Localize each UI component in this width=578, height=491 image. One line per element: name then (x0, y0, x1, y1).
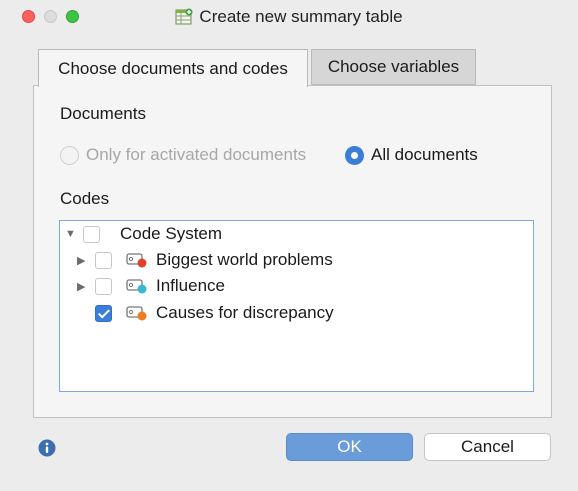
window-title-group: Create new summary table (0, 0, 578, 34)
title-bar: Create new summary table (0, 0, 578, 34)
radio-only-activated-documents[interactable]: Only for activated documents (60, 143, 306, 167)
triangle-down-icon[interactable]: ▼ (65, 228, 77, 240)
ok-button[interactable]: OK (286, 433, 413, 461)
radio-button[interactable] (345, 145, 364, 165)
codes-heading: Codes (60, 189, 110, 208)
code-icon (126, 253, 147, 268)
radio-label: Only for activated documents (86, 145, 307, 164)
tree-row-causes-for-discrepancy[interactable]: Causes for discrepancy (77, 301, 334, 325)
checkbox[interactable] (95, 277, 112, 295)
code-icon (126, 279, 147, 294)
radio-all-documents[interactable]: All documents (345, 143, 478, 167)
checkbox[interactable] (95, 304, 112, 322)
window-title: Create new summary table (199, 7, 403, 26)
tree-row-label: Code System (120, 224, 223, 243)
tree-row-code-system[interactable]: ▼ Code System (65, 222, 222, 246)
documents-heading: Documents (60, 104, 146, 123)
tree-row-label: Biggest world problems (156, 250, 333, 269)
checkbox[interactable] (95, 251, 112, 269)
tree-row-biggest-world-problems[interactable]: ▶ Biggest world problems (77, 248, 333, 272)
tab-choose-variables[interactable]: Choose variables (311, 49, 476, 85)
summary-table-icon (175, 8, 193, 25)
tree-row-influence[interactable]: ▶ Influence (77, 274, 225, 298)
cancel-button[interactable]: Cancel (424, 433, 551, 461)
radio-label: All documents (371, 145, 478, 164)
info-icon[interactable] (38, 439, 56, 457)
checkbox[interactable] (83, 225, 100, 243)
triangle-right-icon[interactable]: ▶ (77, 280, 89, 293)
tree-row-label: Influence (156, 276, 225, 295)
tab-choose-documents-and-codes[interactable]: Choose documents and codes (38, 49, 308, 87)
triangle-right-icon[interactable]: ▶ (77, 254, 89, 267)
code-icon (126, 306, 147, 321)
tree-row-label: Causes for discrepancy (156, 303, 334, 322)
radio-button[interactable] (60, 145, 79, 165)
